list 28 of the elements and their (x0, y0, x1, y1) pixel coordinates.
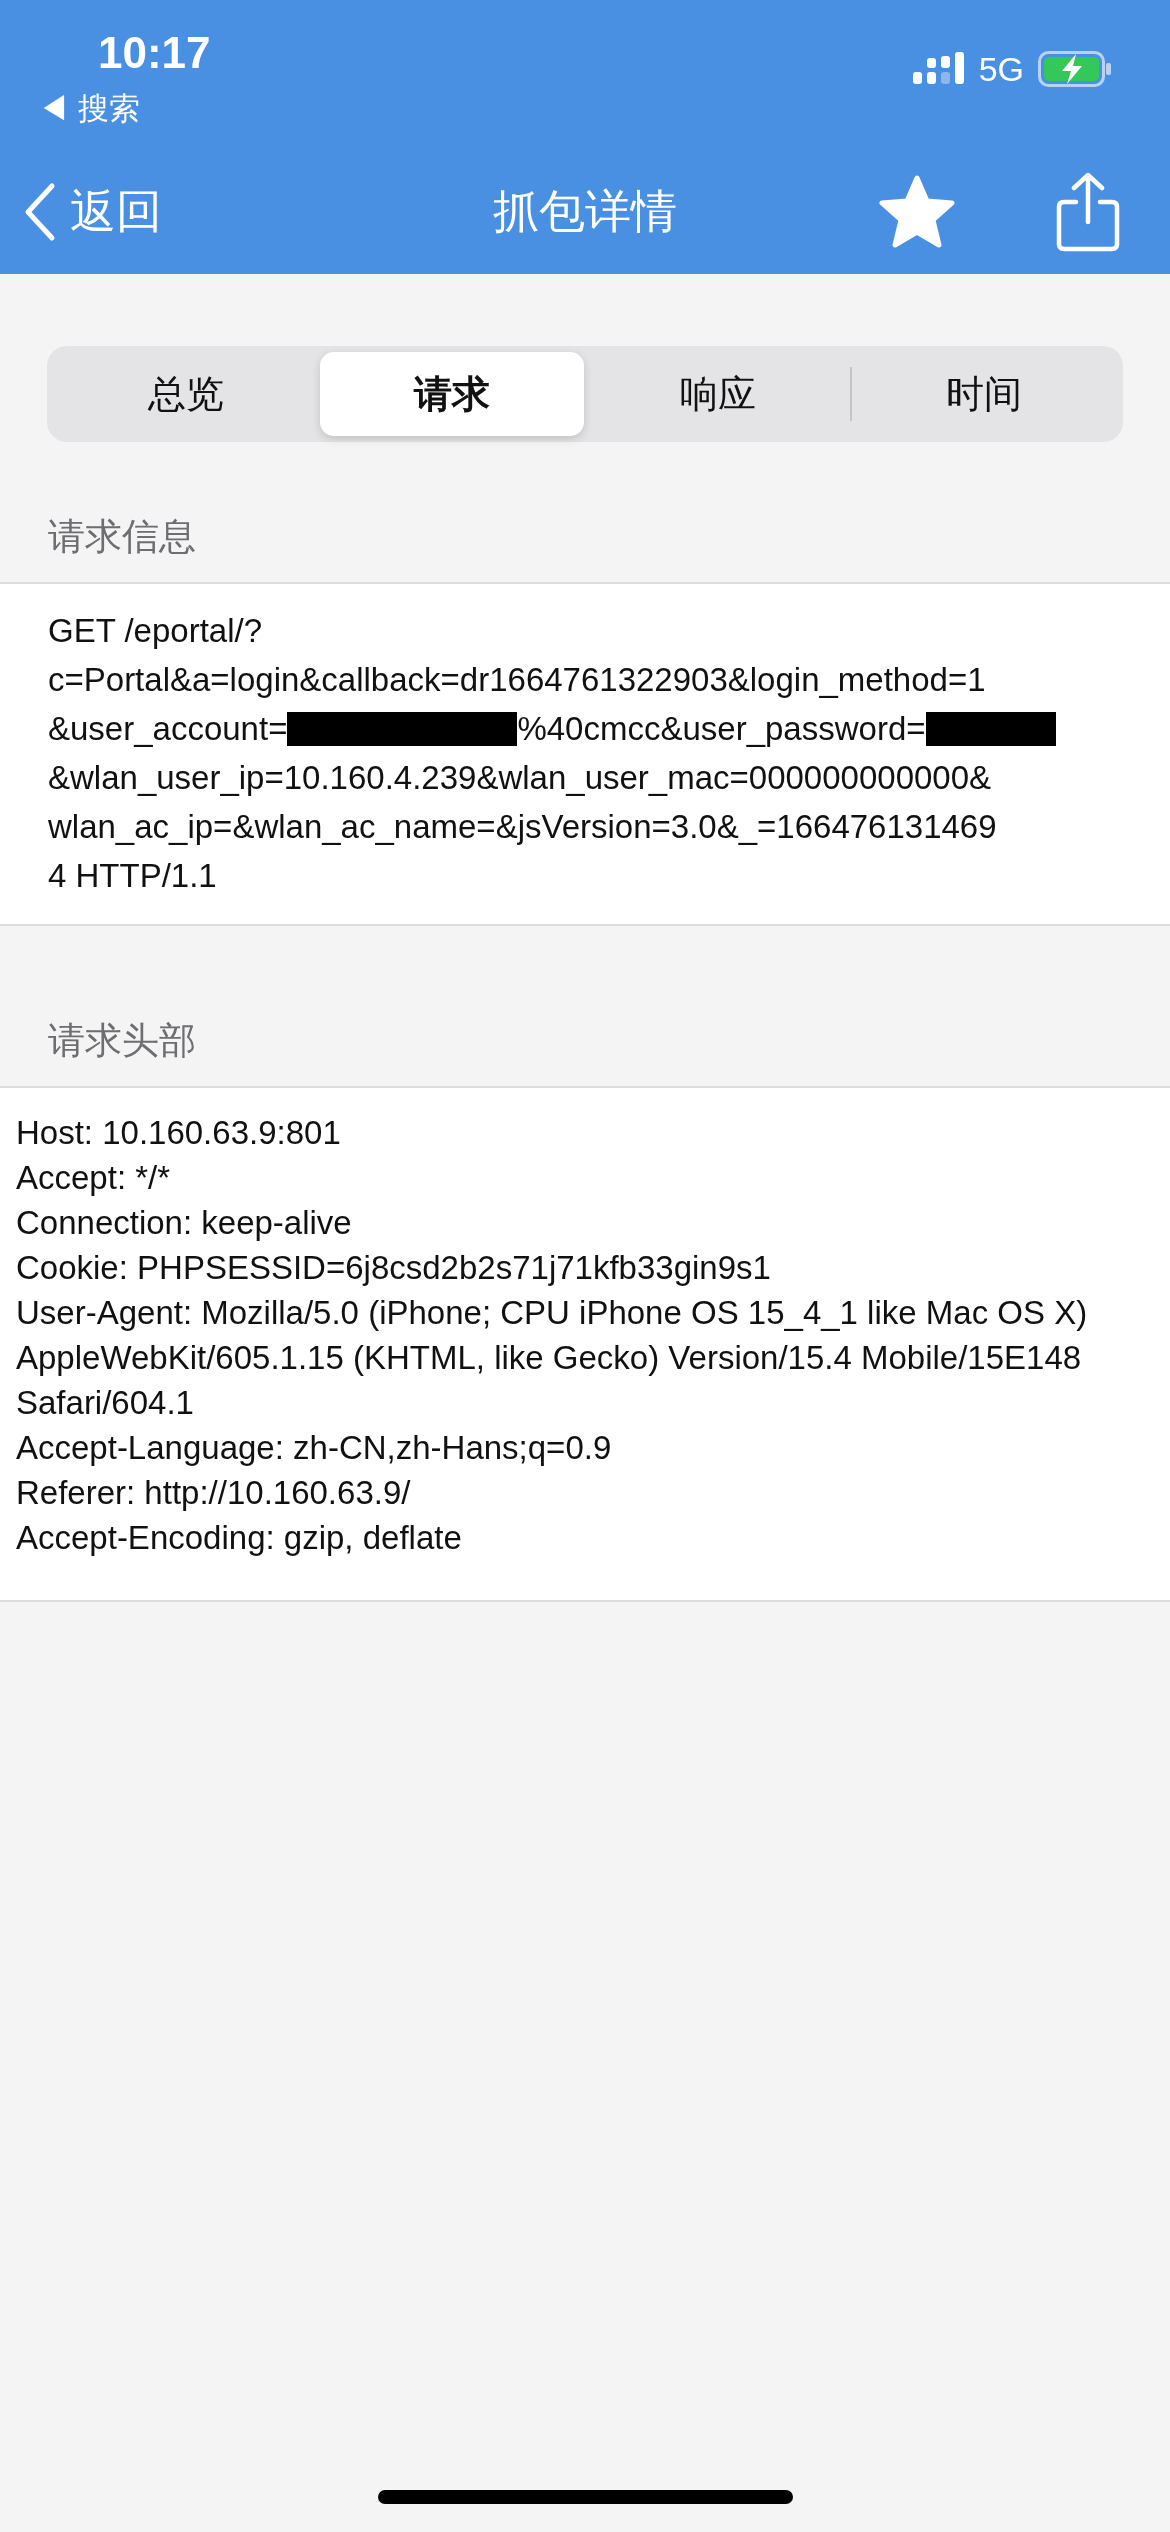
tab[interactable]: 总览 (54, 352, 318, 436)
network-label: 5G (978, 49, 1024, 89)
tab[interactable]: 时间 (852, 352, 1116, 436)
page-title: 抓包详情 (493, 184, 677, 239)
request-text: %40cmcc&user_password= (517, 709, 926, 749)
signal-icon (912, 52, 965, 86)
section-heading: 请求信息 (47, 515, 197, 559)
request-text: wlan_ac_ip=&wlan_ac_name=&jsVersion=3.0&_=166476131469 (48, 807, 997, 847)
tab[interactable]: 请求 (320, 352, 584, 436)
header-line: Connection: keep-alive (16, 1203, 353, 1243)
header-line: Accept: */* (16, 1158, 172, 1198)
request-text: 4 HTTP/1.1 (48, 856, 217, 896)
status-time: 10:17 (98, 28, 211, 78)
request-text: GET /eportal/? (48, 611, 262, 651)
request-text: &wlan_user_ip=10.160.4.239&wlan_user_mac=000000000000& (48, 758, 992, 798)
battery-charging-icon (1038, 51, 1112, 87)
header-line: Referer: http://10.160.63.9/ (16, 1473, 412, 1513)
header-line: Accept-Language: zh-CN,zh-Hans;q=0.9 (16, 1428, 613, 1468)
header-line: Cookie: PHPSESSID=6j8csd2b2s71j71kfb33gin9s1 (16, 1248, 772, 1288)
section-heading: 请求头部 (47, 1019, 197, 1063)
request-text: &user_account= (48, 709, 288, 749)
request-text: c=Portal&a=login&callback=dr1664761322903&login_method=1 (48, 660, 986, 700)
tab[interactable]: 响应 (586, 352, 850, 436)
header-line: Host: 10.160.63.9:801 (16, 1113, 342, 1153)
star-icon[interactable] (878, 175, 956, 249)
header-line: User-Agent: Mozilla/5.0 (iPhone; CPU iPhone OS 15_4_1 like Mac OS X) AppleWebKit/605.1.15 (KHTML, like Gecko) Version/15.4 Mobile/15E148 Safari/604.1 (16, 1293, 1089, 1423)
header-line: Accept-Encoding: gzip, deflate (16, 1518, 463, 1558)
share-icon[interactable] (1056, 172, 1120, 252)
